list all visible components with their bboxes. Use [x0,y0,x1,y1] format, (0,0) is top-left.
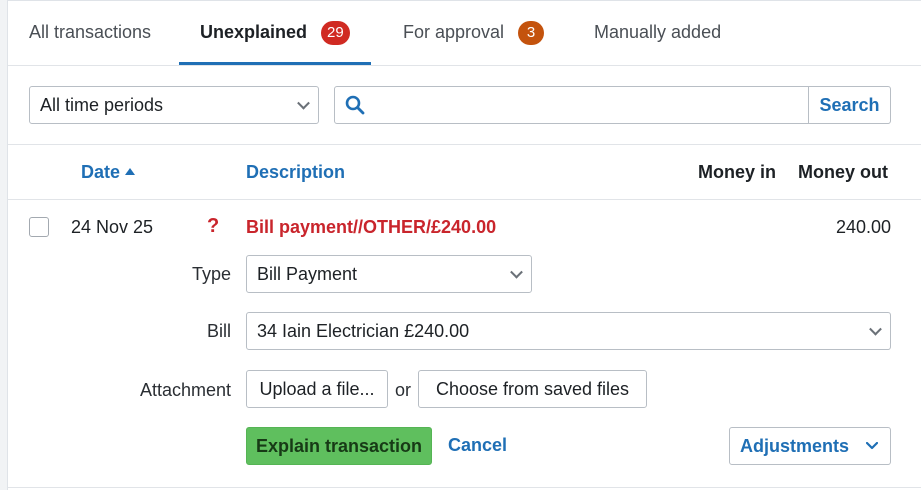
chevron-down-icon [510,265,523,279]
transaction-description[interactable]: Bill payment//OTHER/£240.00 [246,217,496,238]
money-out-column-header: Money out [798,145,888,199]
tab-manually-added[interactable]: Manually added [594,1,721,64]
tab-label: All transactions [29,22,152,42]
transaction-date: 24 Nov 25 [71,217,154,237]
bill-select-value: 34 Iain Electrician £240.00 [257,320,470,341]
tab-label: For approval [403,22,505,42]
upload-file-button[interactable]: Upload a file... [246,370,388,408]
filter-bar: All time periods Search [8,65,921,145]
money-in-column-header: Money in [698,145,776,199]
type-select-value: Bill Payment [257,263,358,284]
count-badge: 29 [321,20,350,45]
explain-transaction-button[interactable]: Explain transaction [246,427,432,465]
search-box: Search [334,86,891,124]
attachment-label: Attachment [139,380,231,400]
table-row: 24 Nov 25 ? Bill payment//OTHER/£240.00 … [8,200,921,488]
description-column-header[interactable]: Description [246,145,345,199]
money-out-value: 240.00 [835,217,891,237]
adjustments-button[interactable]: Adjustments [729,427,891,465]
chevron-down-icon [297,96,310,110]
table-header: Date Description Money in Money out [8,145,921,200]
time-period-value: All time periods [40,94,164,115]
or-text: or [395,380,412,400]
chevron-down-icon [866,442,878,450]
transaction-tabs: All transactions Unexplained 29 For appr… [8,1,921,66]
cancel-link[interactable]: Cancel [448,435,507,456]
type-label: Type [191,264,231,284]
tab-unexplained[interactable]: Unexplained 29 [179,1,371,65]
type-select[interactable]: Bill Payment [246,255,532,293]
choose-saved-files-button[interactable]: Choose from saved files [418,370,647,408]
adjustments-label: Adjustments [740,435,850,456]
transactions-panel: All transactions Unexplained 29 For appr… [7,0,921,490]
question-mark-icon: ? [207,215,220,237]
money-in-header-label: Money in [698,161,777,182]
search-button[interactable]: Search [808,87,890,123]
time-period-select[interactable]: All time periods [29,86,319,124]
sort-ascending-icon [125,168,136,175]
date-header-label: Date [81,161,121,182]
tab-all-transactions[interactable]: All transactions [29,1,151,64]
description-header-label: Description [246,161,346,182]
bill-label: Bill [206,321,231,341]
count-badge: 3 [518,20,545,45]
row-checkbox[interactable] [29,217,49,237]
date-column-header[interactable]: Date [81,145,136,199]
bill-select[interactable]: 34 Iain Electrician £240.00 [246,312,891,350]
money-out-header-label: Money out [798,161,888,182]
tab-for-approval[interactable]: For approval 3 [403,1,545,64]
chevron-down-icon [869,322,882,336]
search-icon [345,95,365,115]
tab-label: Manually added [594,22,722,42]
search-input[interactable] [373,89,797,121]
tab-label: Unexplained [200,22,308,42]
